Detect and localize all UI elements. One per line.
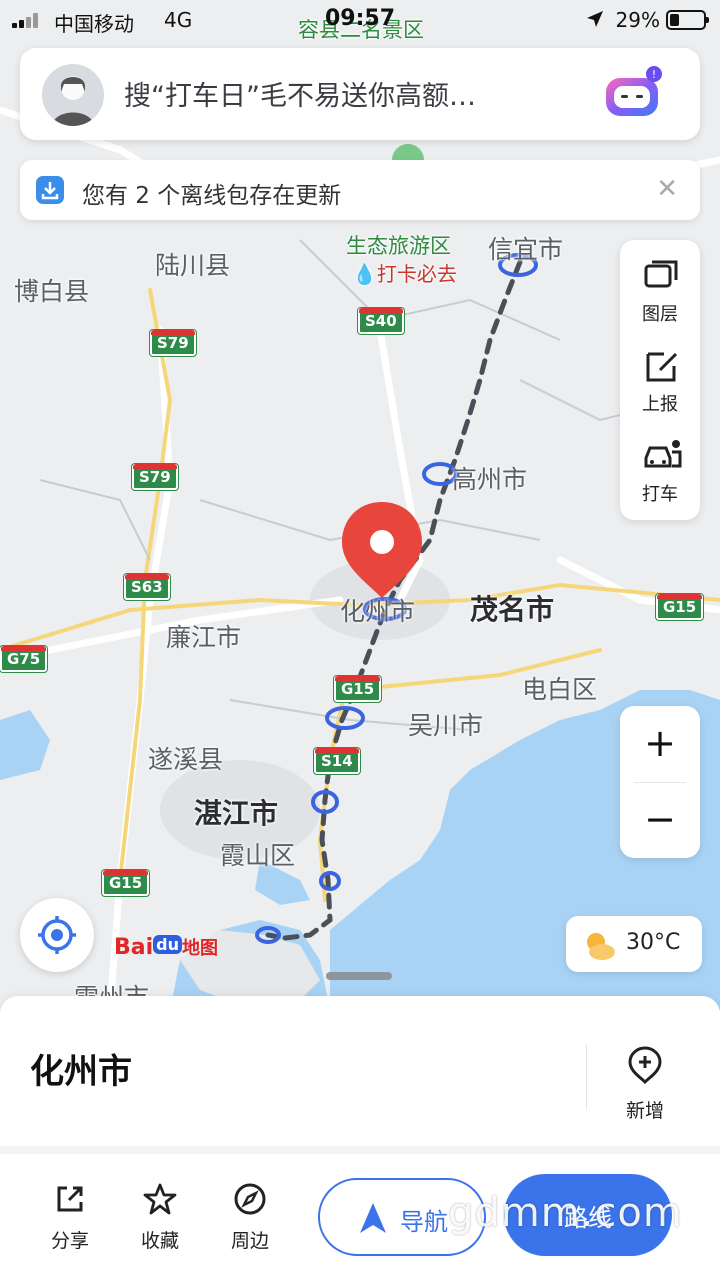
- place-label[interactable]: 化州市: [340, 592, 415, 628]
- status-bar: 中国移动 4G 09:57 29%: [0, 0, 720, 40]
- place-label[interactable]: 高州市: [452, 460, 527, 496]
- crosshair-icon: [38, 916, 76, 954]
- layers-label: 图层: [642, 304, 678, 325]
- highway-shield: S40: [358, 308, 404, 334]
- zoom-control: + −: [620, 706, 700, 858]
- place-label[interactable]: 茂名市: [470, 588, 554, 628]
- zoom-out-button[interactable]: −: [620, 782, 700, 858]
- user-avatar-icon: [52, 76, 94, 126]
- favorite-button[interactable]: 收藏: [120, 1182, 200, 1253]
- watermark: gdmm.com: [448, 1190, 683, 1236]
- navigation-arrow-icon: [360, 1203, 386, 1233]
- offline-update-text: 您有 2 个离线包存在更新: [82, 183, 342, 209]
- highway-shield: S79: [132, 464, 178, 490]
- place-label[interactable]: 吴川市: [408, 706, 483, 742]
- avatar[interactable]: [42, 64, 104, 126]
- star-icon: [143, 1183, 177, 1215]
- place-label[interactable]: 信宜市: [488, 230, 563, 266]
- taxi-button[interactable]: 打车: [620, 424, 700, 514]
- place-label[interactable]: 博白县: [14, 272, 89, 308]
- highway-shield: G15: [656, 594, 704, 620]
- place-detail-sheet: 化州市 新增 分享 收藏 周边 导航 路线: [0, 996, 720, 1280]
- edit-icon: [646, 352, 678, 382]
- sheet-drag-handle[interactable]: [326, 972, 392, 980]
- close-icon[interactable]: ✕: [656, 174, 678, 204]
- offline-update-banner[interactable]: 您有 2 个离线包存在更新 ✕: [20, 160, 700, 220]
- battery-icon: [666, 10, 709, 30]
- clock: 09:57: [324, 6, 396, 31]
- place-label[interactable]: 湛江市: [194, 792, 278, 832]
- weather-widget[interactable]: 30°C: [566, 916, 702, 972]
- map-tools-panel: 图层 上报 打车: [620, 240, 700, 520]
- divider: [586, 1044, 587, 1110]
- temperature: 30°C: [626, 930, 681, 955]
- highway-shield: S14: [314, 748, 360, 774]
- layers-button[interactable]: 图层: [620, 244, 700, 334]
- add-location-icon: [628, 1046, 662, 1085]
- search-bar[interactable]: 搜“打车日”毛不易送你高额… !: [20, 48, 700, 140]
- share-button[interactable]: 分享: [30, 1182, 110, 1253]
- share-label: 分享: [50, 1230, 89, 1252]
- add-place-label: 新增: [625, 1100, 664, 1122]
- highway-shield: G15: [334, 676, 382, 702]
- highway-shield: S63: [124, 574, 170, 600]
- battery-percent: 29%: [615, 8, 660, 32]
- taxi-icon: [644, 440, 682, 468]
- nearby-button[interactable]: 周边: [210, 1182, 290, 1253]
- map-canvas[interactable]: 容县二名景区 陆川县 博白县 信宜市 生态旅游区 💧打卡必去 高州市 化州市 茂…: [0, 0, 720, 1010]
- assistant-robot-icon[interactable]: !: [604, 66, 664, 122]
- download-icon: [36, 176, 64, 204]
- drop-icon: 💧: [352, 262, 377, 286]
- favorite-label: 收藏: [140, 1230, 179, 1252]
- highway-shield: G15: [102, 870, 150, 896]
- share-icon: [57, 1186, 83, 1212]
- location-arrow-icon: [587, 11, 603, 27]
- place-title: 化州市: [30, 1052, 132, 1092]
- highway-shield: S79: [150, 330, 196, 356]
- compass-icon: [234, 1183, 266, 1215]
- report-label: 上报: [642, 394, 678, 415]
- svg-text:!: !: [652, 68, 656, 81]
- baidu-map-logo: Bai du 地图: [114, 935, 218, 960]
- add-place-button[interactable]: 新增: [600, 1046, 690, 1123]
- zoom-in-button[interactable]: +: [620, 706, 700, 782]
- taxi-label: 打车: [642, 484, 678, 505]
- place-label[interactable]: 遂溪县: [148, 740, 223, 776]
- search-input[interactable]: 搜“打车日”毛不易送你高额…: [124, 74, 476, 113]
- layers-icon: [644, 260, 678, 288]
- poi-tag: 💧打卡必去: [352, 262, 457, 286]
- highway-shield: G75: [0, 646, 48, 672]
- map-base: [0, 106, 720, 1010]
- partly-cloudy-icon: [587, 933, 615, 960]
- place-label[interactable]: 廉江市: [166, 618, 241, 654]
- navigate-label: 导航: [400, 1208, 448, 1236]
- section-divider: [0, 1146, 720, 1154]
- locate-me-button[interactable]: [20, 898, 94, 972]
- report-button[interactable]: 上报: [620, 334, 700, 424]
- nearby-label: 周边: [230, 1230, 269, 1252]
- poi-label[interactable]: 生态旅游区: [346, 230, 451, 260]
- place-label[interactable]: 陆川县: [155, 246, 230, 282]
- place-label[interactable]: 电白区: [522, 670, 597, 706]
- place-label[interactable]: 霞山区: [220, 836, 295, 872]
